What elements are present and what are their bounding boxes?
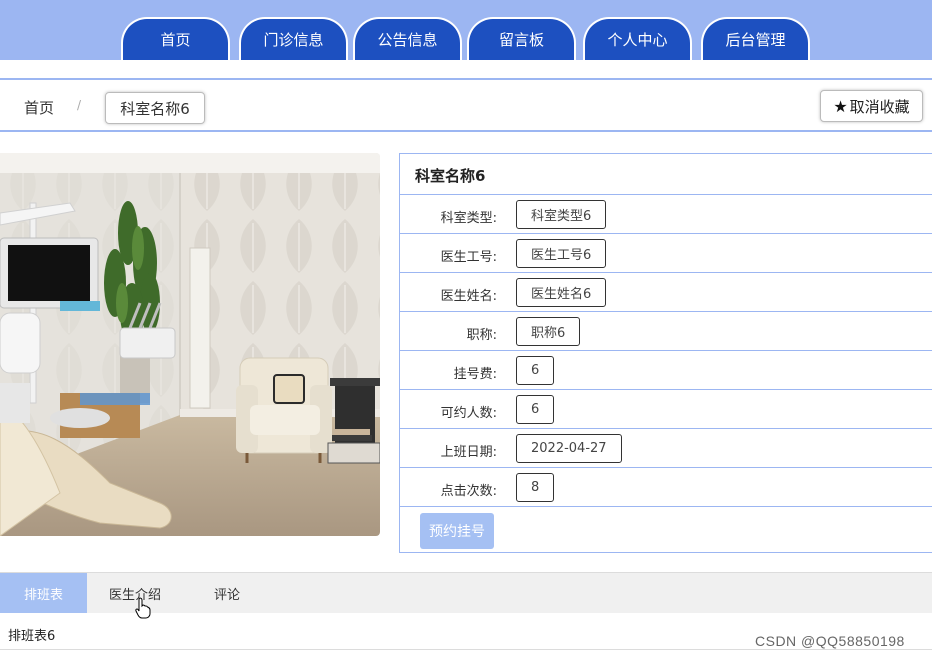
field-label: 上班日期:	[440, 445, 497, 460]
field-value: 科室类型6	[516, 200, 607, 229]
detail-title: 科室名称6	[415, 167, 486, 185]
book-appointment-button[interactable]: 预约挂号	[420, 513, 494, 549]
field-value: 医生姓名6	[516, 278, 607, 307]
nav-tab-home[interactable]: 首页	[121, 17, 230, 60]
tab-content: 排班表6	[8, 629, 56, 644]
breadcrumb-current: 科室名称6	[105, 92, 205, 124]
field-label: 可约人数:	[440, 406, 497, 421]
unfavorite-label: 取消收藏	[849, 97, 910, 116]
nav-tab-announcements[interactable]: 公告信息	[353, 17, 462, 60]
tab-schedule[interactable]: 排班表	[0, 573, 87, 613]
top-nav-bar: 首页 门诊信息 公告信息 留言板 个人中心 后台管理	[0, 0, 932, 60]
field-row-doctor-name: 医生姓名: 医生姓名6	[400, 272, 932, 311]
field-label: 医生工号:	[440, 250, 497, 265]
field-row-fee: 挂号费: 6	[400, 350, 932, 389]
field-row-click-count: 点击次数: 8	[400, 467, 932, 506]
field-label: 医生姓名:	[440, 289, 497, 304]
breadcrumb: 首页 / 科室名称6 ★ 取消收藏	[0, 78, 932, 132]
field-label: 职称:	[466, 328, 497, 343]
field-row-capacity: 可约人数: 6	[400, 389, 932, 428]
tab-comments[interactable]: 评论	[183, 573, 271, 613]
star-icon: ★	[833, 96, 848, 116]
unfavorite-button[interactable]: ★ 取消收藏	[820, 90, 923, 122]
nav-tab-admin[interactable]: 后台管理	[701, 17, 810, 60]
main-nav: 首页 门诊信息 公告信息 留言板 个人中心 后台管理	[0, 17, 932, 60]
field-value: 6	[516, 395, 555, 424]
field-value: 医生工号6	[516, 239, 607, 268]
breadcrumb-separator: /	[77, 98, 82, 112]
breadcrumb-home-link[interactable]: 首页	[24, 97, 54, 118]
field-label: 挂号费:	[453, 367, 497, 382]
department-detail-panel: 科室名称6 科室类型: 科室类型6 医生工号: 医生工号6 医生姓名: 医生姓名…	[399, 153, 932, 553]
nav-tab-clinic-info[interactable]: 门诊信息	[239, 17, 348, 60]
field-row-work-date: 上班日期: 2022-04-27	[400, 428, 932, 467]
field-row-title: 职称: 职称6	[400, 311, 932, 350]
watermark: CSDN @QQ58850198	[755, 633, 905, 649]
nav-tab-message-board[interactable]: 留言板	[467, 17, 576, 60]
field-row-doctor-id: 医生工号: 医生工号6	[400, 233, 932, 272]
field-label: 点击次数:	[440, 484, 497, 499]
field-value: 8	[516, 473, 555, 502]
field-value: 2022-04-27	[516, 434, 622, 463]
field-value: 6	[516, 356, 555, 385]
department-photo	[0, 153, 380, 536]
field-value: 职称6	[516, 317, 581, 346]
hand-cursor-icon	[135, 597, 151, 619]
field-label: 科室类型:	[440, 211, 497, 226]
field-row-dept-type: 科室类型: 科室类型6	[400, 194, 932, 233]
nav-tab-personal-center[interactable]: 个人中心	[583, 17, 692, 60]
